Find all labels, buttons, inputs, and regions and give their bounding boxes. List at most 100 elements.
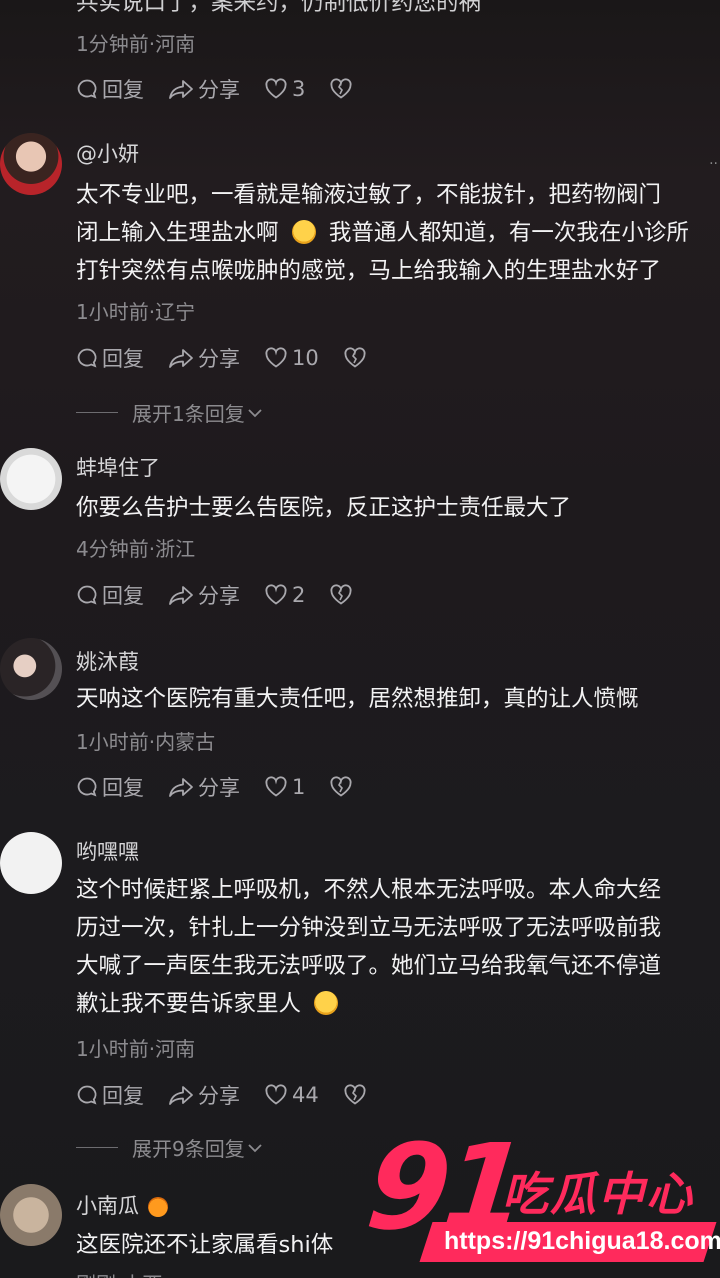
reply-bubble-icon [77, 777, 97, 797]
share-button[interactable]: 分享 [168, 1080, 240, 1110]
comment-meta: 刚刚·山西 [76, 1268, 162, 1278]
dislike-button[interactable] [343, 1084, 371, 1106]
comment-meta: 1小时前·内蒙古 [76, 730, 216, 754]
share-arrow-icon [169, 778, 193, 797]
comment-author[interactable]: 小南瓜 [76, 1190, 168, 1220]
like-button[interactable]: 44 [264, 1083, 319, 1107]
reply-button[interactable]: 回复 [76, 74, 144, 104]
laughing-crying-emoji-icon [314, 991, 339, 1015]
comment-actions: 回复 分享 10 [76, 343, 395, 373]
dislike-button[interactable] [343, 347, 371, 369]
comment-feed: 共实说口了，案来约，仍制低价药您的祸 1分钟前·河南 回复 分享 3 @小妍 太… [0, 0, 720, 1278]
comment-meta: 1小时前·河南 [76, 1037, 196, 1061]
divider-line [76, 412, 118, 413]
watermark-url: https://91chigua18.com [444, 1227, 720, 1255]
like-count: 10 [292, 346, 319, 370]
comment-text-line: 历过一次，针扎上一分钟没到立马无法呼吸了无法呼吸前我 [76, 915, 662, 941]
share-label: 分享 [198, 78, 240, 102]
more-options-icon[interactable]: ·· [709, 156, 718, 172]
heart-icon [265, 78, 287, 99]
share-arrow-icon [169, 80, 193, 99]
like-count: 44 [292, 1083, 319, 1107]
broken-heart-icon [330, 78, 352, 99]
share-button[interactable]: 分享 [168, 772, 240, 802]
watermark-brand: 吃瓜中心 [502, 1167, 694, 1221]
comment-text-span: 歉让我不要告诉家里人 [76, 991, 302, 1017]
chevron-down-icon [248, 1143, 262, 1152]
share-label: 分享 [198, 584, 240, 608]
dislike-button[interactable] [329, 78, 357, 100]
comment-text-line: 这个时候赶紧上呼吸机，不然人根本无法呼吸。本人命大经 [76, 877, 662, 903]
share-button[interactable]: 分享 [168, 343, 240, 373]
share-arrow-icon [169, 1086, 193, 1105]
avatar[interactable] [0, 832, 62, 894]
comment-author[interactable]: 姚沐葭 [76, 646, 139, 676]
comment-actions: 回复 分享 3 [76, 74, 381, 104]
reply-button[interactable]: 回复 [76, 343, 144, 373]
like-button[interactable]: 10 [264, 346, 319, 370]
reply-label: 回复 [102, 1084, 144, 1108]
crying-emoji-icon [291, 220, 316, 244]
share-label: 分享 [198, 1084, 240, 1108]
dislike-button[interactable] [329, 584, 357, 606]
like-button[interactable]: 2 [264, 583, 305, 607]
like-button[interactable]: 1 [264, 775, 305, 799]
comment-text-line: 打针突然有点喉咙肿的感觉，马上给我输入的生理盐水好了 [76, 258, 662, 284]
share-button[interactable]: 分享 [168, 74, 240, 104]
like-button[interactable]: 3 [264, 77, 305, 101]
reply-label: 回复 [102, 776, 144, 800]
expand-replies-button[interactable]: 展开9条回复 [76, 1133, 263, 1162]
comment-author-name: 小南瓜 [76, 1194, 139, 1218]
reply-button[interactable]: 回复 [76, 580, 144, 610]
reply-bubble-icon [77, 79, 97, 99]
expand-replies-label: 展开9条回复 [132, 1137, 245, 1161]
share-button[interactable]: 分享 [168, 580, 240, 610]
broken-heart-icon [330, 776, 352, 797]
heart-icon [265, 776, 287, 797]
comment-text-line: 你要么告护士要么告医院，反正这护士责任最大了 [76, 495, 572, 521]
comment-text-line: 闭上输入生理盐水啊 我普通人都知道，有一次我在小诊所 [76, 214, 689, 252]
avatar[interactable] [0, 133, 62, 195]
comment-text-span: 闭上输入生理盐水啊 [76, 220, 279, 246]
pumpkin-emoji-icon [147, 1197, 168, 1217]
comment-actions: 回复 分享 44 [76, 1080, 395, 1110]
share-arrow-icon [169, 586, 193, 605]
reply-label: 回复 [102, 347, 144, 371]
heart-icon [265, 347, 287, 368]
reply-button[interactable]: 回复 [76, 1080, 144, 1110]
comment-actions: 回复 分享 1 [76, 772, 381, 802]
reply-label: 回复 [102, 78, 144, 102]
comment-author[interactable]: 蚌埠住了 [76, 452, 160, 482]
comment-actions: 回复 分享 2 [76, 580, 381, 610]
broken-heart-icon [344, 347, 366, 368]
share-label: 分享 [198, 776, 240, 800]
comment-author[interactable]: @小妍 [76, 138, 139, 168]
comment-meta: 4分钟前·浙江 [76, 537, 196, 561]
broken-heart-icon [344, 1084, 366, 1105]
like-count: 2 [292, 583, 306, 607]
comment-author[interactable]: 哟嘿嘿 [76, 836, 139, 866]
reply-bubble-icon [77, 585, 97, 605]
expand-replies-label: 展开1条回复 [132, 402, 245, 426]
dislike-button[interactable] [329, 776, 357, 798]
reply-button[interactable]: 回复 [76, 772, 144, 802]
like-count: 1 [292, 775, 306, 799]
heart-icon [265, 584, 287, 605]
chevron-down-icon [248, 408, 262, 417]
avatar[interactable] [0, 1184, 62, 1246]
comment-meta: 1小时前·辽宁 [76, 300, 196, 324]
reply-bubble-icon [77, 348, 97, 368]
comment-text-line: 天呐这个医院有重大责任吧，居然想推卸，真的让人愤慨 [76, 686, 639, 712]
comment-text-span: 我普通人都知道，有一次我在小诊所 [328, 220, 689, 246]
avatar[interactable] [0, 638, 62, 700]
avatar[interactable] [0, 448, 62, 510]
divider-line [76, 1147, 118, 1148]
comment-text-line: 太不专业吧，一看就是输液过敏了，不能拔针，把药物阀门 [76, 182, 662, 208]
comment-meta: 1分钟前·河南 [76, 32, 196, 56]
expand-replies-button[interactable]: 展开1条回复 [76, 398, 263, 427]
heart-icon [265, 1084, 287, 1105]
broken-heart-icon [330, 584, 352, 605]
comment-text-line: 歉让我不要告诉家里人 [76, 985, 339, 1023]
comment-text: 共实说口了，案来约，仍制低价药您的祸 [76, 0, 482, 16]
watermark-logo: 91 吃瓜中心 https://91chigua18.com [361, 1118, 720, 1278]
